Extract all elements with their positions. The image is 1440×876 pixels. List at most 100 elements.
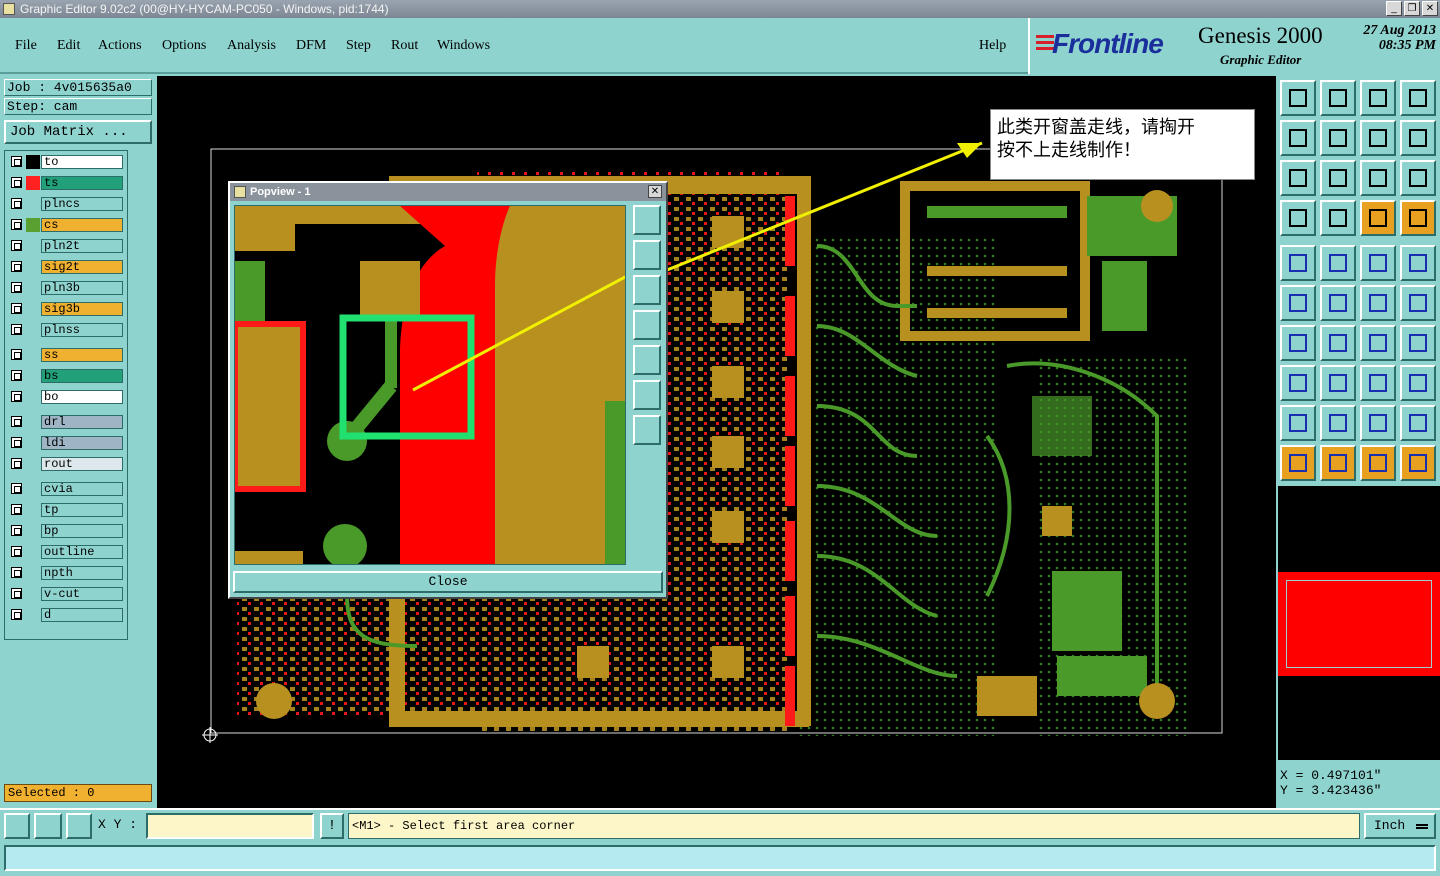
layer-checkbox[interactable] bbox=[11, 282, 22, 293]
layer-checkbox[interactable] bbox=[11, 546, 22, 557]
layer-row[interactable]: bs bbox=[7, 369, 127, 383]
measure-icon[interactable] bbox=[1360, 245, 1396, 281]
menu-dfm[interactable]: DFM bbox=[296, 38, 326, 54]
home-icon[interactable] bbox=[1360, 80, 1396, 116]
menu-analysis[interactable]: Analysis bbox=[227, 38, 276, 54]
units-select[interactable]: Inch bbox=[1364, 813, 1436, 839]
layers-icon[interactable] bbox=[1360, 200, 1396, 236]
layer-row[interactable]: plnss bbox=[7, 323, 127, 337]
layer-checkbox[interactable] bbox=[11, 483, 22, 494]
layer-name[interactable]: sig3b bbox=[41, 302, 123, 316]
popview-move-icon[interactable] bbox=[633, 415, 661, 445]
fit-all-icon[interactable] bbox=[1280, 160, 1316, 196]
copy-icon[interactable] bbox=[1400, 285, 1436, 321]
arc-alt-icon[interactable] bbox=[1360, 405, 1396, 441]
layer-row[interactable]: pln3b bbox=[7, 281, 127, 295]
layer-row[interactable]: rout bbox=[7, 457, 127, 471]
layer-row[interactable]: bp bbox=[7, 524, 127, 538]
layer-checkbox[interactable] bbox=[11, 303, 22, 314]
triangle-icon[interactable] bbox=[1280, 405, 1316, 441]
mirror-icon[interactable] bbox=[1400, 325, 1436, 361]
layer-checkbox[interactable] bbox=[11, 588, 22, 599]
layer-checkbox[interactable] bbox=[11, 156, 22, 167]
layer-row[interactable]: ldi bbox=[7, 436, 127, 450]
arc-icon[interactable] bbox=[1320, 405, 1356, 441]
settings-icon[interactable] bbox=[1280, 200, 1316, 236]
layer-name[interactable]: ss bbox=[41, 348, 123, 362]
layer-checkbox[interactable] bbox=[11, 324, 22, 335]
layer-row[interactable]: tp bbox=[7, 503, 127, 517]
menu-actions[interactable]: Actions bbox=[98, 38, 142, 54]
connect-icon[interactable] bbox=[1280, 285, 1316, 321]
delete-icon[interactable] bbox=[1320, 285, 1356, 321]
layer-checkbox[interactable] bbox=[11, 437, 22, 448]
layer-name[interactable]: bp bbox=[41, 524, 123, 538]
layer-name[interactable]: rout bbox=[41, 457, 123, 471]
layer-checkbox[interactable] bbox=[11, 525, 22, 536]
select-icon[interactable] bbox=[1320, 445, 1356, 481]
layer-row[interactable]: d bbox=[7, 608, 127, 622]
layer-name[interactable]: drl bbox=[41, 415, 123, 429]
layer-row[interactable]: outline bbox=[7, 545, 127, 559]
arc-rev-icon[interactable] bbox=[1400, 405, 1436, 441]
popview-home-icon[interactable] bbox=[633, 275, 661, 305]
angle-icon[interactable] bbox=[1280, 325, 1316, 361]
layer-checkbox[interactable] bbox=[11, 416, 22, 427]
save-icon[interactable] bbox=[1320, 80, 1356, 116]
popview-canvas[interactable] bbox=[234, 205, 626, 565]
add-line-icon[interactable] bbox=[1320, 245, 1356, 281]
maximize-button[interactable]: ❐ bbox=[1404, 1, 1420, 16]
layer-row[interactable]: pln2t bbox=[7, 239, 127, 253]
overview-preview[interactable] bbox=[1278, 486, 1440, 760]
job-matrix-button[interactable]: Job Matrix ... bbox=[4, 120, 152, 144]
layer-checkbox[interactable] bbox=[11, 177, 22, 188]
menu-file[interactable]: File bbox=[15, 38, 37, 54]
layer-name[interactable]: outline bbox=[41, 545, 123, 559]
close-window-button[interactable]: ✕ bbox=[1422, 1, 1438, 16]
layer-row[interactable]: plncs bbox=[7, 197, 127, 211]
popview-fit-icon[interactable] bbox=[633, 240, 661, 270]
layer-row[interactable]: bo bbox=[7, 390, 127, 404]
layer-name[interactable]: npth bbox=[41, 566, 123, 580]
layer-checkbox[interactable] bbox=[11, 504, 22, 515]
zoom-out-icon[interactable] bbox=[1320, 120, 1356, 156]
layer-name[interactable]: cs bbox=[41, 218, 123, 232]
layer-name[interactable]: to bbox=[41, 155, 123, 169]
layer-checkbox[interactable] bbox=[11, 349, 22, 360]
menu-windows[interactable]: Windows bbox=[437, 38, 490, 54]
grid-toggle-icon[interactable] bbox=[1320, 200, 1356, 236]
menu-rout[interactable]: Rout bbox=[391, 38, 418, 54]
scale-icon[interactable] bbox=[1360, 160, 1396, 196]
layer-name[interactable]: v-cut bbox=[41, 587, 123, 601]
info-icon[interactable]: ! bbox=[320, 813, 344, 839]
redraw-icon[interactable] bbox=[1360, 120, 1396, 156]
slope-icon[interactable] bbox=[1320, 325, 1356, 361]
layer-checkbox[interactable] bbox=[11, 219, 22, 230]
layer-name[interactable]: ldi bbox=[41, 436, 123, 450]
layer-row[interactable]: v-cut bbox=[7, 587, 127, 601]
layer-row[interactable]: ss bbox=[7, 348, 127, 362]
layer-checkbox[interactable] bbox=[11, 240, 22, 251]
minimize-button[interactable]: _ bbox=[1386, 1, 1402, 16]
move-icon[interactable] bbox=[1360, 285, 1396, 321]
snap-icon[interactable] bbox=[1400, 120, 1436, 156]
layer-checkbox[interactable] bbox=[11, 567, 22, 578]
popview-pan-right-icon[interactable] bbox=[633, 345, 661, 375]
help-icon[interactable] bbox=[1400, 160, 1436, 196]
popview-close-button[interactable]: Close bbox=[233, 571, 663, 593]
zoom-in-icon[interactable] bbox=[1280, 120, 1316, 156]
menu-step[interactable]: Step bbox=[346, 38, 371, 54]
add-pad-icon[interactable] bbox=[1280, 245, 1316, 281]
layer-name[interactable]: pln3b bbox=[41, 281, 123, 295]
layer-name[interactable]: sig2t bbox=[41, 260, 123, 274]
open-job-icon[interactable] bbox=[1280, 80, 1316, 116]
layer-name[interactable]: plncs bbox=[41, 197, 123, 211]
group-icon[interactable] bbox=[1400, 365, 1436, 401]
circle-icon[interactable] bbox=[1400, 245, 1436, 281]
snap-grid-icon[interactable] bbox=[4, 813, 30, 839]
menu-edit[interactable]: Edit bbox=[57, 38, 80, 54]
split-icon[interactable] bbox=[1320, 365, 1356, 401]
select-net-icon[interactable] bbox=[1360, 445, 1396, 481]
layer-name[interactable]: pln2t bbox=[41, 239, 123, 253]
menu-help[interactable]: Help bbox=[979, 38, 1006, 54]
